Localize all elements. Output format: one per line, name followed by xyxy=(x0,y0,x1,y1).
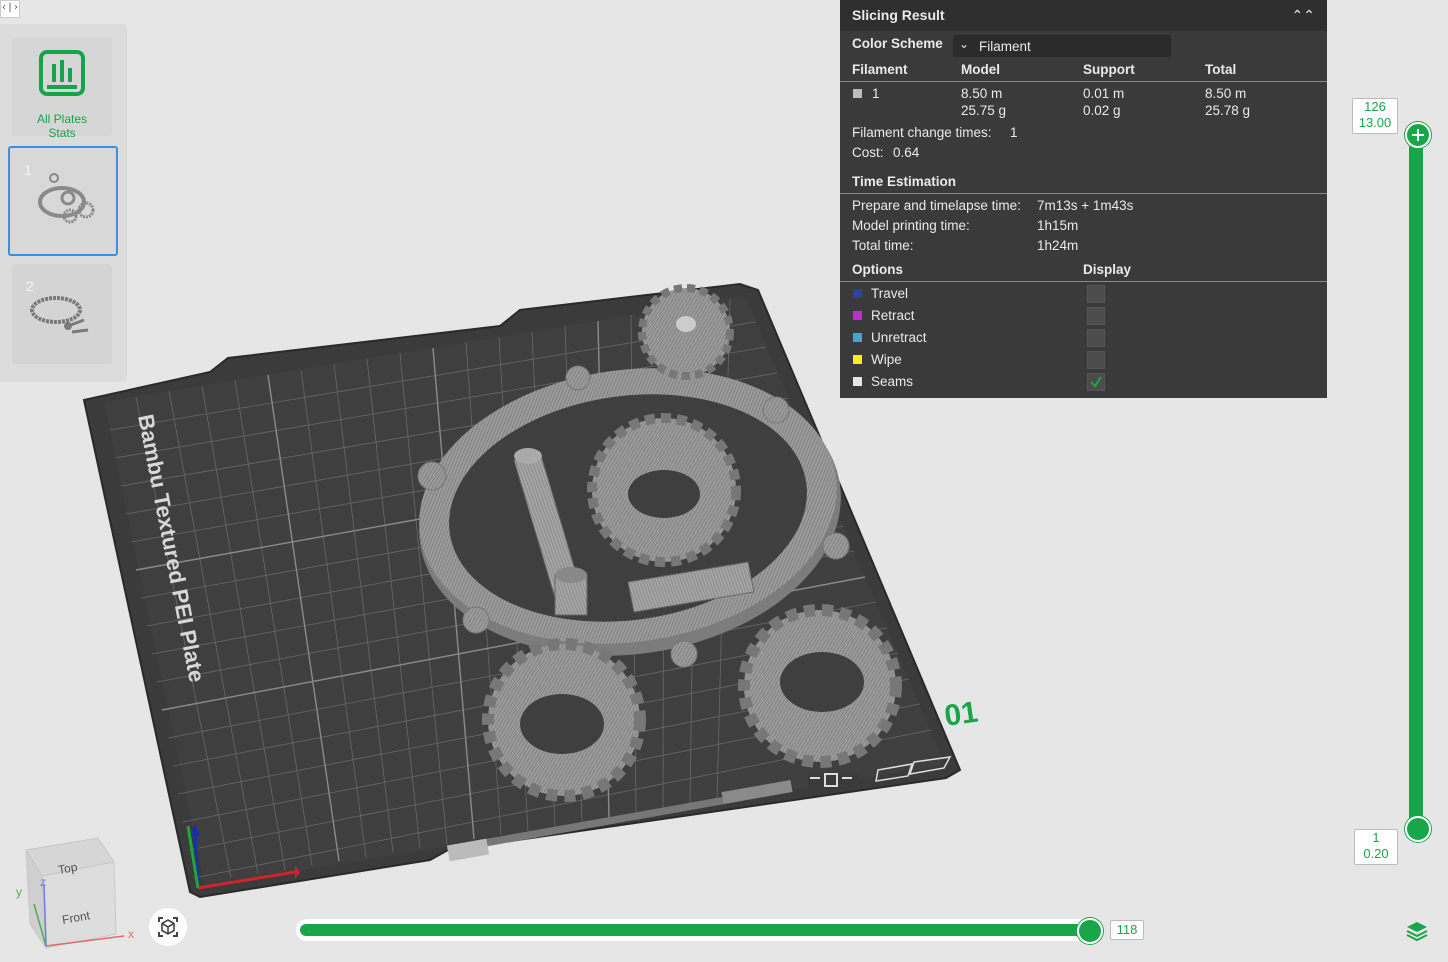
layer-top-handle[interactable] xyxy=(1405,122,1431,148)
filament-id: 1 xyxy=(872,86,880,101)
time-estimation-title: Time Estimation xyxy=(852,174,957,189)
total-weight: 25.78 g xyxy=(1205,103,1251,118)
model-time-value: 1h15m xyxy=(1037,218,1079,233)
color-scheme-label: Color Scheme xyxy=(852,36,943,51)
filament-change-label: Filament change times: xyxy=(852,125,992,140)
travel-display-checkbox[interactable] xyxy=(1087,285,1105,303)
layer-range-slider[interactable] xyxy=(1409,130,1423,830)
axis-x-label: x xyxy=(128,927,134,941)
fit-view-icon xyxy=(158,917,178,937)
seams-display-checkbox[interactable] xyxy=(1087,373,1105,391)
model-time-label: Model printing time: xyxy=(852,218,970,233)
color-scheme-select[interactable]: ⌄ Filament xyxy=(953,35,1171,57)
model-weight: 25.75 g xyxy=(961,103,1007,118)
filament-change-value: 1 xyxy=(1010,125,1018,140)
col-total: Total xyxy=(1205,62,1237,77)
move-slider-fill xyxy=(300,924,1095,936)
layer-bottom-handle[interactable] xyxy=(1405,816,1431,842)
prepare-time-value: 7m13s + 1m43s xyxy=(1037,198,1134,213)
color-scheme-value: Filament xyxy=(979,39,1031,54)
option-unretract-label: Unretract xyxy=(871,330,927,345)
move-slider[interactable] xyxy=(296,919,1100,941)
chevron-down-icon: ⌄ xyxy=(959,37,970,51)
axis-z-label: z xyxy=(40,875,46,889)
col-model: Model xyxy=(961,62,1000,77)
option-wipe-label: Wipe xyxy=(871,352,902,367)
wipe-display-checkbox[interactable] xyxy=(1087,351,1105,369)
support-weight: 0.02 g xyxy=(1083,103,1121,118)
retract-display-checkbox[interactable] xyxy=(1087,307,1105,325)
total-time-value: 1h24m xyxy=(1037,238,1079,253)
layers-icon[interactable] xyxy=(1405,919,1429,943)
bottom-layer-height: 0.20 xyxy=(1363,846,1389,861)
slicing-result-panel: Slicing Result ⌃⌃ Color Scheme ⌄ Filamen… xyxy=(840,0,1327,398)
checkmark-icon xyxy=(1090,376,1102,388)
display-title: Display xyxy=(1083,262,1132,277)
all-plates-stats-button[interactable]: All Plates Stats xyxy=(12,38,112,140)
plate-thumbnail-2[interactable]: 2 xyxy=(12,264,112,364)
model-length: 8.50 m xyxy=(961,86,1003,101)
option-retract-label: Retract xyxy=(871,308,915,323)
layer-top-tag: 126 13.00 xyxy=(1352,98,1398,134)
move-slider-handle[interactable] xyxy=(1077,918,1103,944)
seams-color-swatch xyxy=(853,377,862,386)
plate-2-preview xyxy=(30,296,89,334)
col-filament: Filament xyxy=(852,62,908,77)
axis-y-label: y xyxy=(16,885,22,899)
view-cube[interactable]: Top Front x y z xyxy=(12,834,142,954)
top-layer-height: 13.00 xyxy=(1358,115,1392,130)
layer-bottom-tag: 1 0.20 xyxy=(1354,829,1398,865)
retract-color-swatch xyxy=(853,311,862,320)
plate-1-preview xyxy=(38,173,95,224)
cost-value: 0.64 xyxy=(893,145,920,160)
panel-header: Slicing Result ⌃⌃ xyxy=(840,0,1327,31)
collapse-panel-icon[interactable]: ⌃⌃ xyxy=(1292,0,1315,31)
fit-view-button[interactable] xyxy=(149,908,187,946)
filament-color-swatch xyxy=(853,89,862,98)
plate-sidebar: All Plates Stats 1 2 xyxy=(0,24,127,382)
panel-title: Slicing Result xyxy=(852,7,945,23)
bottom-layer-number: 1 xyxy=(1372,830,1380,845)
travel-color-swatch xyxy=(853,289,862,298)
option-seams-label: Seams xyxy=(871,374,914,389)
option-travel-label: Travel xyxy=(871,286,909,301)
plus-icon xyxy=(1412,129,1424,141)
prepare-time-label: Prepare and timelapse time: xyxy=(852,198,1021,213)
top-layer-number: 126 xyxy=(1364,99,1386,114)
wipe-color-swatch xyxy=(853,355,862,364)
plate-thumbnail-1[interactable]: 1 xyxy=(8,146,118,256)
unretract-display-checkbox[interactable] xyxy=(1087,329,1105,347)
plate-index-label: 01 xyxy=(942,696,980,733)
sidebar-collapse-button[interactable]: ‹|› xyxy=(0,0,20,18)
total-time-label: Total time: xyxy=(852,238,914,253)
total-length: 8.50 m xyxy=(1205,86,1247,101)
unretract-color-swatch xyxy=(853,333,862,342)
all-plates-stats-label: All Plates Stats xyxy=(36,112,88,140)
support-length: 0.01 m xyxy=(1083,86,1125,101)
cost-label: Cost: xyxy=(852,145,884,160)
col-support: Support xyxy=(1083,62,1135,77)
move-value-tag: 118 xyxy=(1110,920,1144,940)
stats-chart-icon xyxy=(39,50,85,96)
options-title: Options xyxy=(852,262,903,277)
